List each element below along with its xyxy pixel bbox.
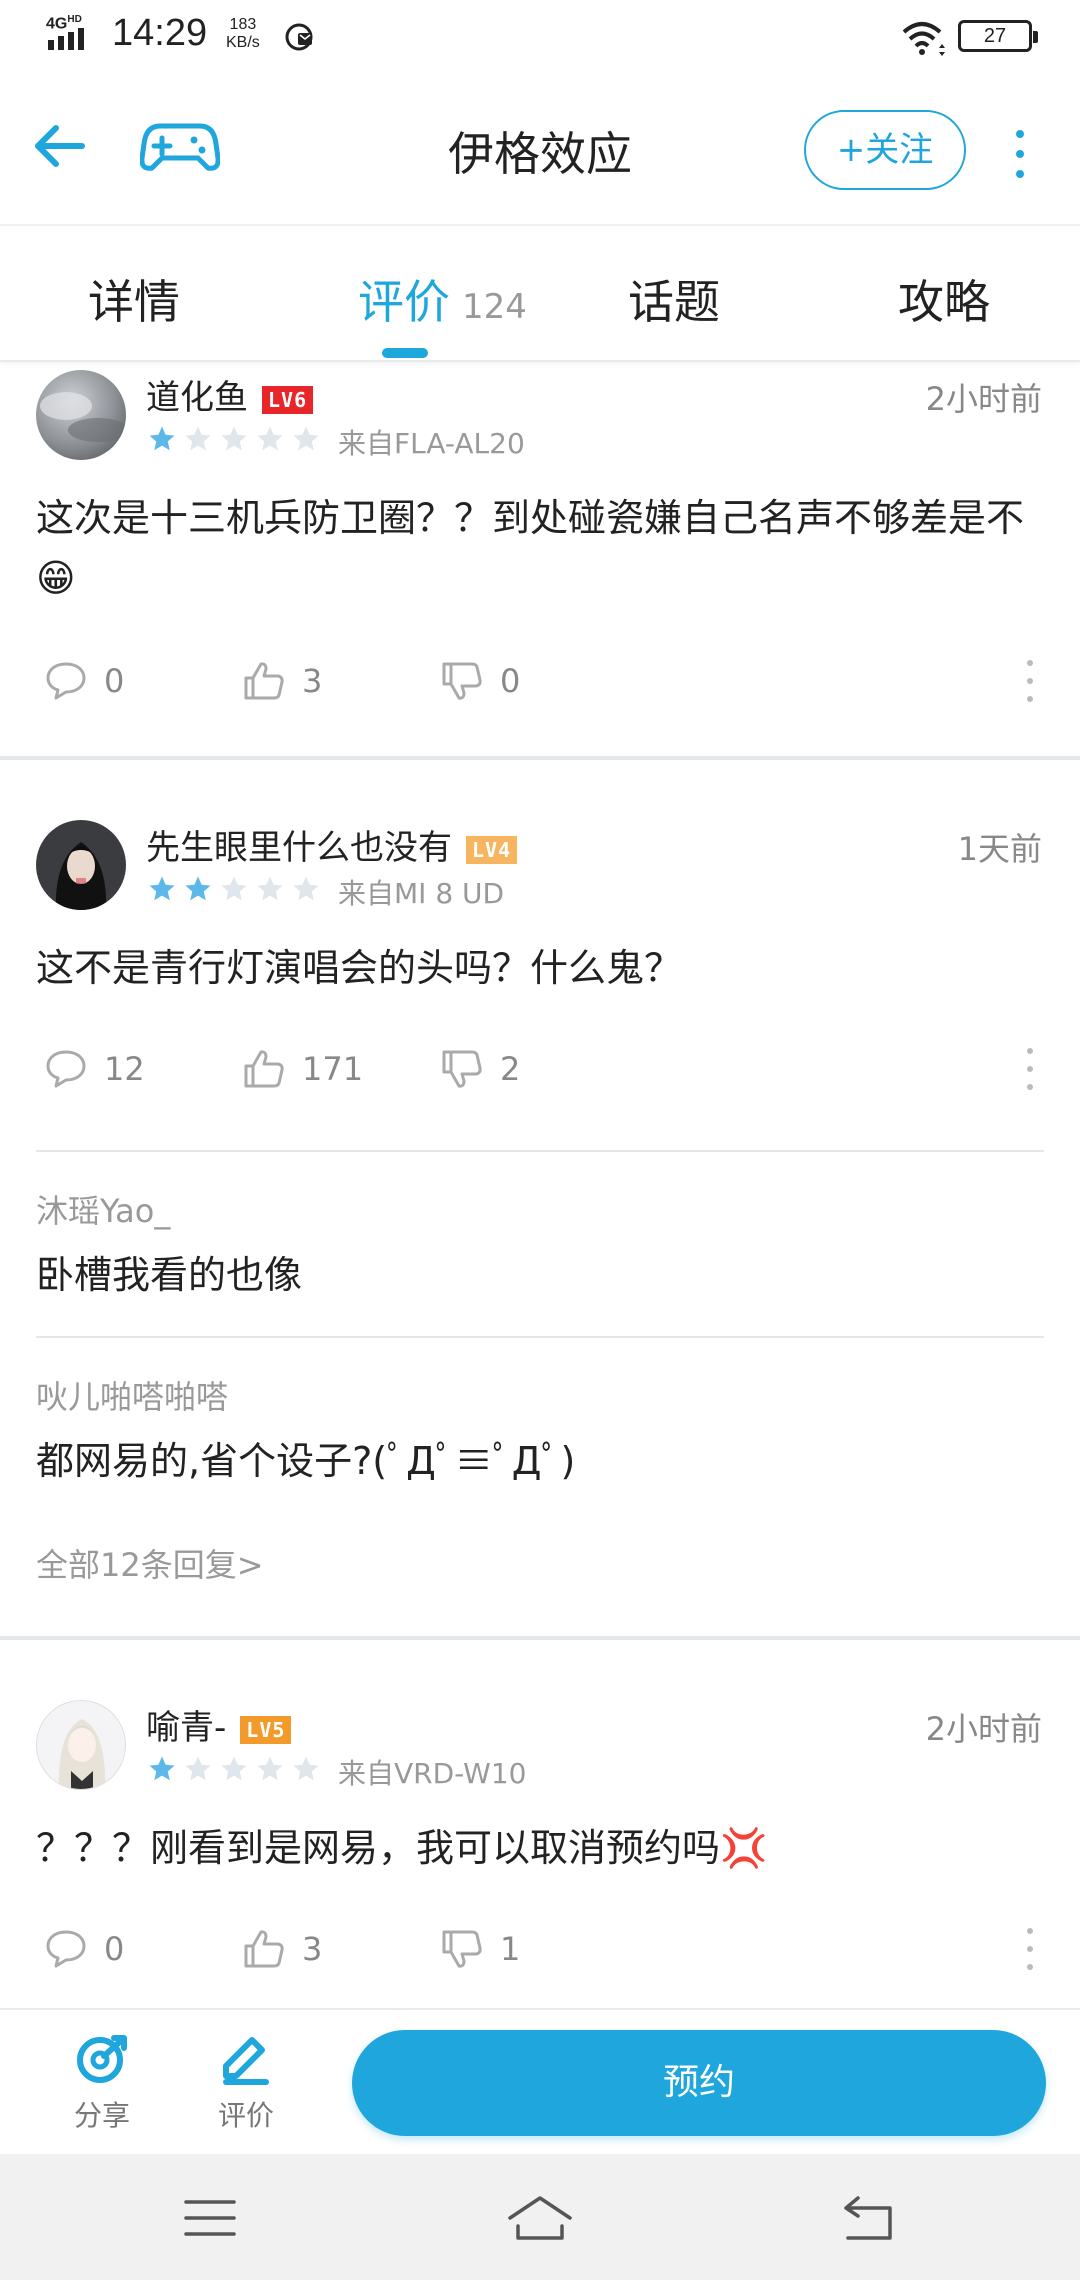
- level-badge: LV5: [240, 1715, 292, 1744]
- star-icon: [257, 1756, 283, 1781]
- divider: [0, 756, 1080, 760]
- username[interactable]: 喻青- LV5: [146, 1700, 292, 1749]
- notification-icon: [285, 23, 313, 51]
- tab-bar: 详情 评价 124 话题 攻略: [0, 228, 1080, 362]
- review-time: 2小时前: [925, 380, 1042, 418]
- device-label: 来自VRD-W10: [338, 1757, 527, 1790]
- share-button[interactable]: 分享: [52, 2032, 152, 2134]
- tab-guides[interactable]: 攻略: [898, 266, 990, 332]
- divider: [36, 1150, 1044, 1152]
- home-icon[interactable]: [504, 2190, 576, 2246]
- star-icon: [221, 876, 247, 901]
- system-nav-bar: [0, 2154, 1080, 2280]
- reply-username[interactable]: 吙儿啪嗒啪嗒: [36, 1372, 228, 1418]
- tab-details[interactable]: 详情: [88, 266, 180, 332]
- status-bar: 4GHD 14:29 183 KB/s 27: [0, 0, 1080, 80]
- review-time: 2小时前: [925, 1710, 1042, 1748]
- star-icon: [185, 1756, 211, 1781]
- avatar[interactable]: [36, 370, 126, 460]
- star-icon: [185, 876, 211, 901]
- review-text[interactable]: 这次是十三机兵防卫圈？？到处碰瓷嫌自己名声不够差是不😁: [36, 488, 1046, 608]
- comment-icon: [46, 662, 86, 700]
- reply-text[interactable]: 都网易的,省个设子?(ﾟДﾟ≡ﾟДﾟ): [36, 1430, 575, 1485]
- star-icon: [293, 1756, 319, 1781]
- star-icon: [293, 426, 319, 451]
- review-more-icon[interactable]: [1024, 1046, 1036, 1092]
- thumbs-down-icon: [442, 1050, 482, 1088]
- write-review-button[interactable]: 评价: [196, 2032, 296, 2134]
- star-icon: [149, 1756, 175, 1781]
- divider: [0, 1636, 1080, 1640]
- reply-text[interactable]: 卧槽我看的也像: [36, 1244, 302, 1299]
- username[interactable]: 先生眼里什么也没有 LV4: [146, 820, 518, 869]
- network-speed: 183 KB/s: [226, 16, 260, 51]
- star-icon: [149, 876, 175, 901]
- menu-icon[interactable]: [180, 2190, 240, 2246]
- review-actions: 12 171 2: [0, 1044, 1080, 1094]
- thumbs-up-icon: [244, 662, 284, 700]
- tab-indicator: [382, 348, 428, 358]
- return-icon[interactable]: [840, 2190, 900, 2246]
- more-vertical-icon[interactable]: [1004, 124, 1036, 184]
- share-icon: [77, 2035, 127, 2083]
- star-rating: [146, 874, 326, 904]
- star-rating: [146, 424, 326, 454]
- device-label: 来自MI 8 UD: [338, 877, 505, 910]
- wifi-icon: [902, 22, 945, 56]
- star-icon: [185, 426, 211, 451]
- star-icon: [221, 426, 247, 451]
- tab-reviews[interactable]: 评价 124: [358, 266, 527, 332]
- clock: 14:29: [112, 12, 208, 54]
- thumbs-up-icon: [244, 1050, 284, 1088]
- thumbs-up-icon: [244, 1930, 284, 1968]
- thumbs-down-icon: [442, 1930, 482, 1968]
- star-icon: [257, 876, 283, 901]
- divider: [36, 1336, 1044, 1338]
- title-bar: 伊格效应 +关注: [0, 80, 1080, 226]
- review-text[interactable]: ？？？刚看到是网易，我可以取消预约吗💢: [36, 1818, 1046, 1878]
- edit-icon: [223, 2037, 269, 2085]
- review-more-icon[interactable]: [1024, 1926, 1036, 1972]
- comment-icon: [46, 1050, 86, 1088]
- level-badge: LV4: [466, 835, 518, 864]
- star-rating: [146, 1754, 326, 1784]
- level-badge: LV6: [262, 385, 314, 414]
- thumbs-down-icon: [442, 662, 482, 700]
- review-actions: 0 3 0: [0, 656, 1080, 706]
- star-icon: [257, 426, 283, 451]
- star-icon: [149, 426, 175, 451]
- signal-icon: 4GHD: [46, 14, 102, 54]
- follow-button[interactable]: +关注: [804, 110, 966, 190]
- review-time: 1天前: [957, 830, 1042, 868]
- all-replies-link[interactable]: 全部12条回复>: [36, 1540, 264, 1586]
- reserve-button[interactable]: 预约: [352, 2030, 1046, 2136]
- avatar[interactable]: [36, 1700, 126, 1790]
- username[interactable]: 道化鱼 LV6: [146, 370, 314, 419]
- star-icon: [293, 876, 319, 901]
- tab-topics[interactable]: 话题: [628, 266, 720, 332]
- device-label: 来自FLA-AL20: [338, 427, 525, 460]
- reply-username[interactable]: 沐瑶Yao_: [36, 1186, 170, 1232]
- star-icon: [221, 1756, 247, 1781]
- bottom-action-bar: 分享 评价 预约: [0, 2008, 1080, 2154]
- avatar[interactable]: [36, 820, 126, 910]
- comment-icon: [46, 1930, 86, 1968]
- battery-indicator: 27: [958, 20, 1038, 52]
- review-more-icon[interactable]: [1024, 658, 1036, 704]
- review-text[interactable]: 这不是青行灯演唱会的头吗？什么鬼？: [36, 938, 1046, 998]
- review-actions: 0 3 1: [0, 1924, 1080, 1974]
